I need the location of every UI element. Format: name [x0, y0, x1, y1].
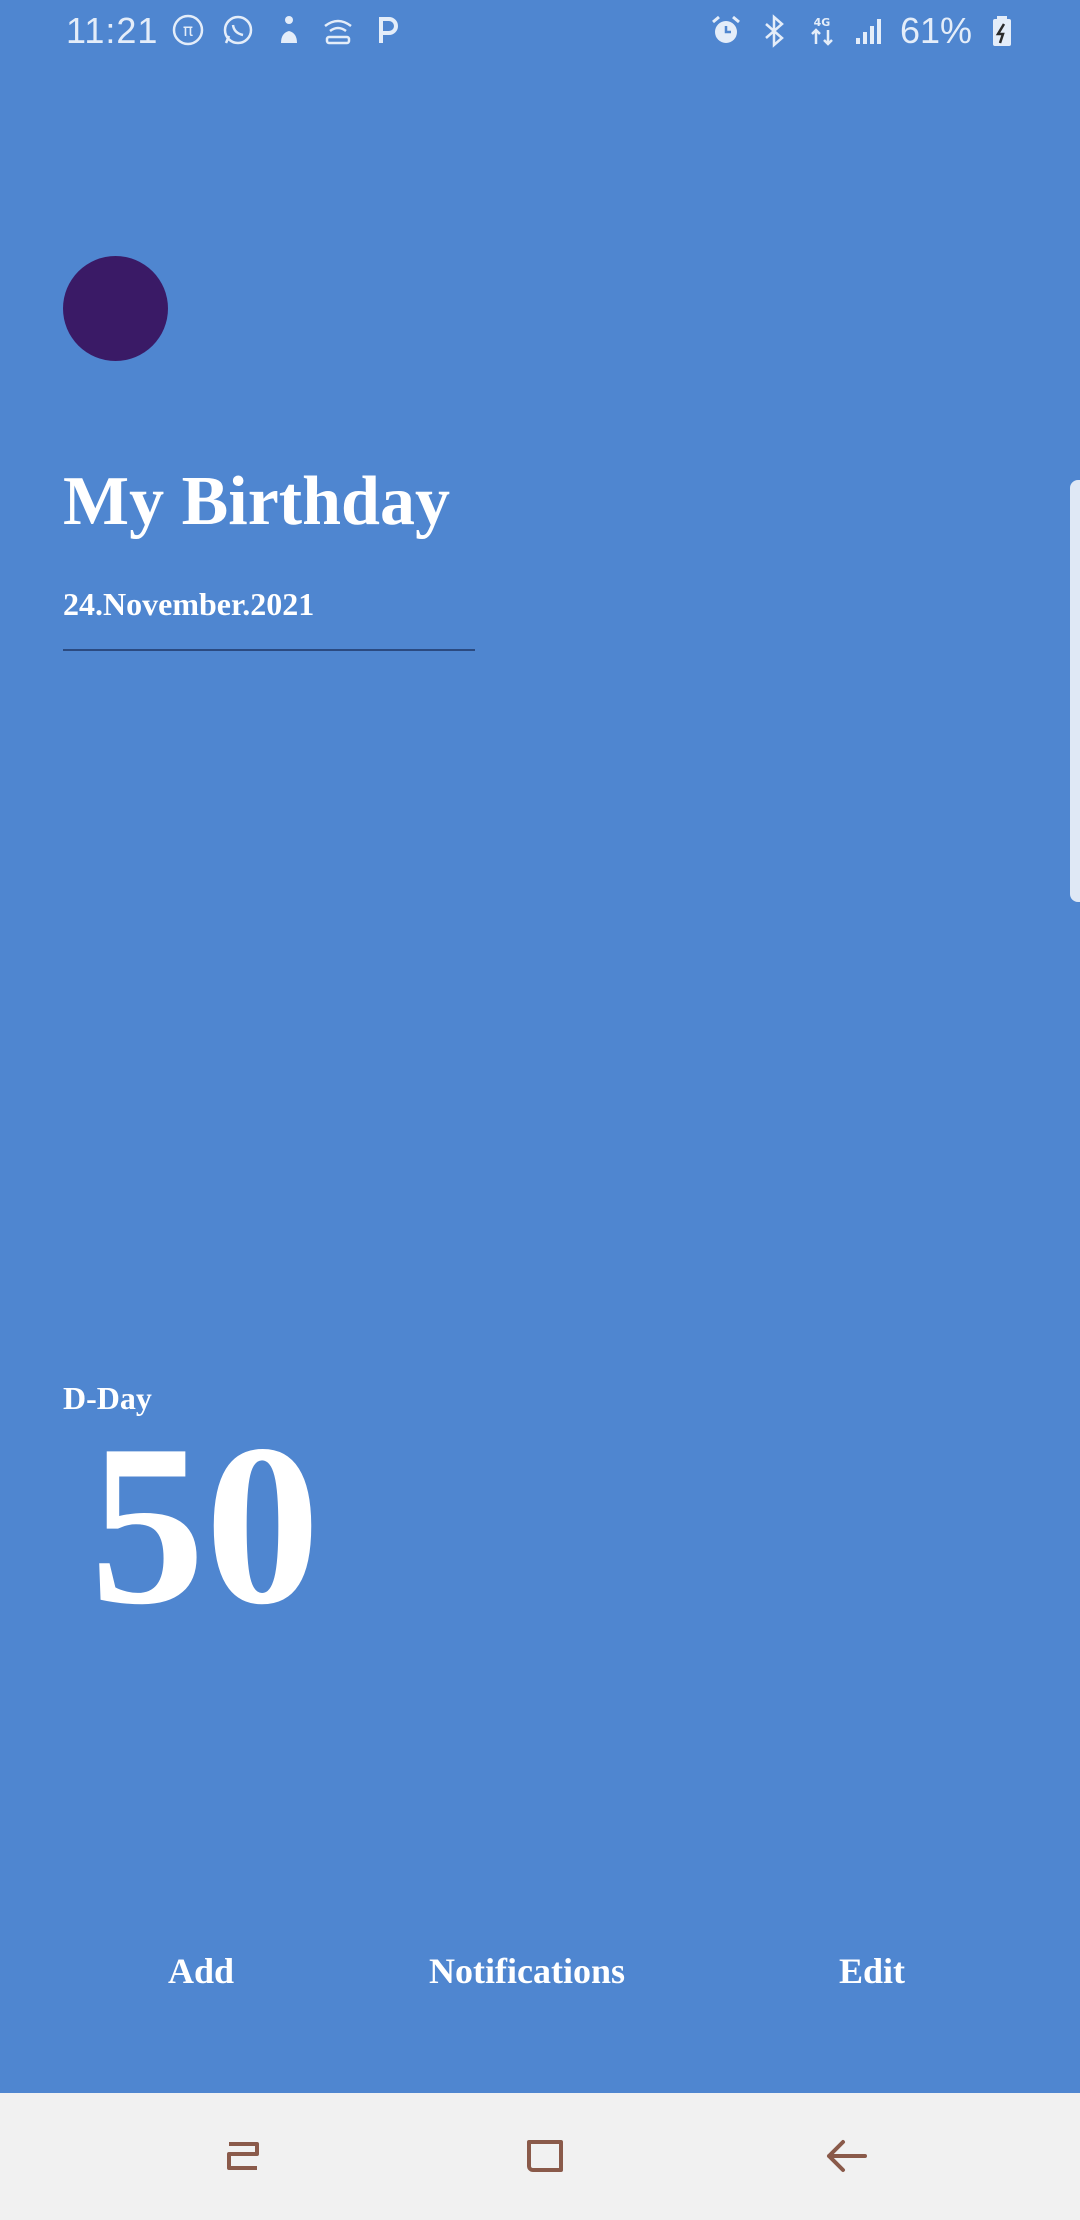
pi-icon: π	[170, 12, 206, 48]
navigation-bar	[0, 2093, 1080, 2220]
battery-percent: 61%	[899, 10, 972, 51]
back-arrow-icon	[819, 2128, 875, 2189]
svg-text:π: π	[183, 21, 193, 41]
edit-button[interactable]: Edit	[839, 1950, 905, 1992]
4g-data-icon: 4G	[804, 13, 840, 49]
accessibility-icon	[270, 12, 306, 48]
action-bar: Add Notifications Edit	[0, 1950, 1080, 2020]
status-system-icons: 4G 61%	[708, 10, 1020, 52]
event-title: My Birthday	[63, 463, 450, 540]
svg-text:4G: 4G	[814, 16, 831, 29]
home-icon	[517, 2128, 573, 2189]
notifications-button[interactable]: Notifications	[429, 1950, 625, 1992]
home-button[interactable]	[510, 2123, 580, 2193]
status-bar: 11:21 π 4G 61%	[0, 0, 1080, 64]
bluetooth-icon	[756, 13, 792, 49]
status-time: 11:21	[66, 10, 159, 51]
recents-icon	[215, 2128, 271, 2189]
event-date: 24.November.2021	[63, 586, 315, 622]
whatsapp-icon	[220, 12, 256, 48]
parking-icon	[370, 12, 406, 48]
status-notification-icons: π	[170, 12, 406, 48]
alarm-icon	[708, 13, 744, 49]
add-button[interactable]: Add	[168, 1950, 234, 1992]
edge-panel-handle[interactable]	[1070, 480, 1080, 902]
battery-icon	[984, 13, 1020, 49]
event-color-dot[interactable]	[63, 256, 168, 361]
hotspot-icon	[320, 12, 356, 48]
back-button[interactable]	[812, 2123, 882, 2193]
signal-icon	[852, 13, 888, 49]
dday-value: 50	[90, 1397, 320, 1652]
recents-button[interactable]	[208, 2123, 278, 2193]
title-divider	[63, 649, 475, 651]
